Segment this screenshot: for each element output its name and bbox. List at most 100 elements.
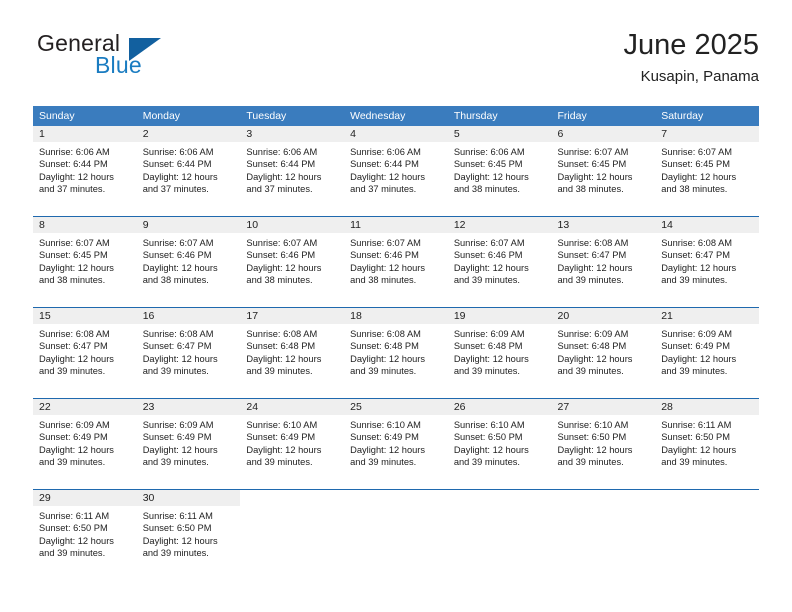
day-cell-content: 16 Sunrise: 6:08 AM Sunset: 6:47 PM Dayligh… (136, 308, 241, 398)
sunrise-time: Sunrise: 6:07 AM (350, 238, 421, 248)
day-sun-info: Sunrise: 6:08 AM Sunset: 6:47 PM Daylight:… (655, 233, 759, 287)
sunset-time: Sunset: 6:48 PM (453, 341, 523, 352)
sunset-time: Sunset: 6:47 PM (661, 250, 730, 261)
day-sun-info: Sunrise: 6:06 AM Sunset: 6:45 PM Daylight:… (448, 142, 552, 196)
weekday-header-thursday: Thursday (447, 106, 552, 126)
day-cell-content: 15 Sunrise: 6:08 AM Sunset: 6:47 PM Dayligh… (33, 308, 137, 398)
day-number: 21 (655, 308, 759, 324)
calendar-day-cell[interactable]: 29 Sunrise: 6:11 AM Sunset: 6:50 PM Dayligh… (33, 489, 137, 580)
sunrise-time: Sunrise: 6:09 AM (557, 329, 629, 339)
day-number: 24 (240, 399, 345, 415)
day-cell-content: 22 Sunrise: 6:09 AM Sunset: 6:49 PM Dayligh… (33, 399, 137, 489)
day-number: 17 (240, 308, 345, 324)
page-header: General Blue June 2025 Kusapin, Panama (33, 28, 759, 94)
day-cell-content: 17 Sunrise: 6:08 AM Sunset: 6:48 PM Dayligh… (240, 308, 345, 398)
day-cell-content: 23 Sunrise: 6:09 AM Sunset: 6:49 PM Dayligh… (136, 399, 241, 489)
calendar-day-cell[interactable]: 15 Sunrise: 6:08 AM Sunset: 6:47 PM Dayligh… (33, 307, 137, 399)
day-number: 12 (447, 217, 552, 233)
sunset-time: Sunset: 6:50 PM (557, 432, 627, 443)
daylight-duration: Daylight: 12 hours and 39 minutes. (557, 262, 633, 286)
sunrise-time: Sunrise: 6:09 AM (661, 329, 733, 339)
calendar-header-row: Sunday Monday Tuesday Wednesday Thursday… (33, 106, 759, 126)
daylight-duration: Daylight: 12 hours and 38 minutes. (661, 171, 737, 195)
sunrise-time: Sunrise: 6:08 AM (557, 238, 629, 248)
day-sun-info: Sunrise: 6:07 AM Sunset: 6:46 PM Daylight:… (448, 233, 552, 287)
daylight-duration: Daylight: 12 hours and 39 minutes. (246, 444, 322, 468)
sunrise-time: Sunrise: 6:08 AM (246, 329, 318, 339)
daylight-duration: Daylight: 12 hours and 39 minutes. (453, 262, 529, 286)
sunset-time: Sunset: 6:49 PM (350, 432, 419, 443)
daylight-duration: Daylight: 12 hours and 37 minutes. (142, 171, 218, 195)
day-sun-info: Sunrise: 6:08 AM Sunset: 6:47 PM Daylight:… (552, 233, 656, 287)
daylight-duration: Daylight: 12 hours and 39 minutes. (246, 353, 322, 377)
calendar-day-cell[interactable]: 5 Sunrise: 6:06 AM Sunset: 6:45 PM Daylight… (447, 126, 552, 217)
calendar-day-cell[interactable]: 4 Sunrise: 6:06 AM Sunset: 6:44 PM Daylight… (344, 126, 448, 217)
calendar-day-cell[interactable]: 7 Sunrise: 6:07 AM Sunset: 6:45 PM Daylight… (655, 126, 759, 217)
sunrise-time: Sunrise: 6:06 AM (142, 147, 214, 157)
day-cell-content: 30 Sunrise: 6:11 AM Sunset: 6:50 PM Dayligh… (136, 490, 241, 580)
calendar-page: General Blue June 2025 Kusapin, Panama S… (0, 0, 792, 612)
daylight-duration: Daylight: 12 hours and 38 minutes. (350, 262, 426, 286)
calendar-day-cell[interactable]: 28 Sunrise: 6:11 AM Sunset: 6:50 PM Dayligh… (655, 398, 759, 490)
calendar-week-row: 29 Sunrise: 6:11 AM Sunset: 6:50 PM Dayligh… (33, 489, 759, 580)
sunrise-time: Sunrise: 6:07 AM (142, 238, 214, 248)
calendar-day-cell[interactable]: 18 Sunrise: 6:08 AM Sunset: 6:48 PM Dayligh… (344, 307, 448, 399)
calendar-day-cell[interactable]: 25 Sunrise: 6:10 AM Sunset: 6:49 PM Dayligh… (344, 398, 448, 490)
day-cell-content: 20 Sunrise: 6:09 AM Sunset: 6:48 PM Dayligh… (551, 308, 656, 398)
day-number: 26 (447, 399, 552, 415)
day-sun-info: Sunrise: 6:09 AM Sunset: 6:49 PM Daylight:… (655, 324, 759, 378)
day-cell-content: 26 Sunrise: 6:10 AM Sunset: 6:50 PM Dayligh… (447, 399, 552, 489)
calendar-day-cell[interactable]: 24 Sunrise: 6:10 AM Sunset: 6:49 PM Dayligh… (240, 398, 345, 490)
calendar-day-cell[interactable]: 8 Sunrise: 6:07 AM Sunset: 6:45 PM Daylight… (33, 216, 137, 308)
day-number: 5 (447, 126, 552, 142)
calendar-day-cell[interactable]: 20 Sunrise: 6:09 AM Sunset: 6:48 PM Dayligh… (551, 307, 656, 399)
calendar-day-cell[interactable]: 9 Sunrise: 6:07 AM Sunset: 6:46 PM Daylight… (136, 216, 241, 308)
calendar-day-cell[interactable]: 13 Sunrise: 6:08 AM Sunset: 6:47 PM Dayligh… (551, 216, 656, 308)
sunrise-time: Sunrise: 6:09 AM (453, 329, 525, 339)
day-number: 4 (344, 126, 448, 142)
day-cell-content: 28 Sunrise: 6:11 AM Sunset: 6:50 PM Dayligh… (655, 399, 759, 489)
calendar-day-cell[interactable]: 16 Sunrise: 6:08 AM Sunset: 6:47 PM Dayligh… (136, 307, 241, 399)
brand-logo[interactable]: General Blue (33, 28, 263, 88)
calendar-day-cell[interactable]: 3 Sunrise: 6:06 AM Sunset: 6:44 PM Daylight… (240, 126, 345, 217)
sunset-time: Sunset: 6:44 PM (39, 159, 108, 170)
daylight-duration: Daylight: 12 hours and 39 minutes. (557, 353, 633, 377)
calendar-day-cell[interactable]: 30 Sunrise: 6:11 AM Sunset: 6:50 PM Dayligh… (136, 489, 241, 580)
calendar-day-cell[interactable]: 26 Sunrise: 6:10 AM Sunset: 6:50 PM Dayligh… (447, 398, 552, 490)
calendar-day-cell[interactable]: 1 Sunrise: 6:06 AM Sunset: 6:44 PM Daylight… (33, 126, 137, 217)
calendar-day-cell[interactable]: 11 Sunrise: 6:07 AM Sunset: 6:46 PM Dayligh… (344, 216, 448, 308)
sunset-time: Sunset: 6:46 PM (453, 250, 523, 261)
day-sun-info: Sunrise: 6:09 AM Sunset: 6:49 PM Daylight:… (33, 415, 137, 469)
calendar-day-cell[interactable]: 22 Sunrise: 6:09 AM Sunset: 6:49 PM Dayligh… (33, 398, 137, 490)
daylight-duration: Daylight: 12 hours and 37 minutes. (39, 171, 114, 195)
sunset-time: Sunset: 6:44 PM (246, 159, 316, 170)
sunset-time: Sunset: 6:47 PM (142, 341, 212, 352)
day-sun-info: Sunrise: 6:11 AM Sunset: 6:50 PM Daylight:… (137, 506, 241, 560)
day-sun-info: Sunrise: 6:07 AM Sunset: 6:45 PM Daylight:… (33, 233, 137, 287)
calendar-day-cell[interactable]: 14 Sunrise: 6:08 AM Sunset: 6:47 PM Dayligh… (655, 216, 759, 308)
calendar-day-cell[interactable]: 21 Sunrise: 6:09 AM Sunset: 6:49 PM Dayligh… (655, 307, 759, 399)
day-sun-info: Sunrise: 6:09 AM Sunset: 6:48 PM Daylight:… (552, 324, 656, 378)
day-number: 6 (551, 126, 656, 142)
day-sun-info: Sunrise: 6:10 AM Sunset: 6:50 PM Daylight:… (448, 415, 552, 469)
calendar-day-cell[interactable]: 6 Sunrise: 6:07 AM Sunset: 6:45 PM Daylight… (551, 126, 656, 217)
day-cell-content: 6 Sunrise: 6:07 AM Sunset: 6:45 PM Daylight… (551, 126, 656, 216)
calendar-day-cell[interactable]: 27 Sunrise: 6:10 AM Sunset: 6:50 PM Dayligh… (551, 398, 656, 490)
calendar-day-cell[interactable]: 19 Sunrise: 6:09 AM Sunset: 6:48 PM Dayligh… (447, 307, 552, 399)
calendar-day-cell[interactable]: 23 Sunrise: 6:09 AM Sunset: 6:49 PM Dayligh… (136, 398, 241, 490)
calendar-day-cell-empty (551, 489, 656, 580)
sunset-time: Sunset: 6:50 PM (142, 523, 212, 534)
calendar-day-cell[interactable]: 12 Sunrise: 6:07 AM Sunset: 6:46 PM Dayligh… (447, 216, 552, 308)
calendar-day-cell-empty (447, 489, 552, 580)
calendar-day-cell[interactable]: 10 Sunrise: 6:07 AM Sunset: 6:46 PM Dayligh… (240, 216, 345, 308)
calendar-day-cell[interactable]: 17 Sunrise: 6:08 AM Sunset: 6:48 PM Dayligh… (240, 307, 345, 399)
daylight-duration: Daylight: 12 hours and 39 minutes. (557, 444, 633, 468)
daylight-duration: Daylight: 12 hours and 38 minutes. (39, 262, 114, 286)
calendar-day-cell[interactable]: 2 Sunrise: 6:06 AM Sunset: 6:44 PM Daylight… (136, 126, 241, 217)
day-number: 3 (240, 126, 345, 142)
day-number: 10 (240, 217, 345, 233)
page-subtitle: Kusapin, Panama (640, 68, 759, 85)
daylight-duration: Daylight: 12 hours and 39 minutes. (661, 444, 737, 468)
sunrise-time: Sunrise: 6:06 AM (39, 147, 110, 157)
calendar-table: Sunday Monday Tuesday Wednesday Thursday… (33, 106, 759, 580)
